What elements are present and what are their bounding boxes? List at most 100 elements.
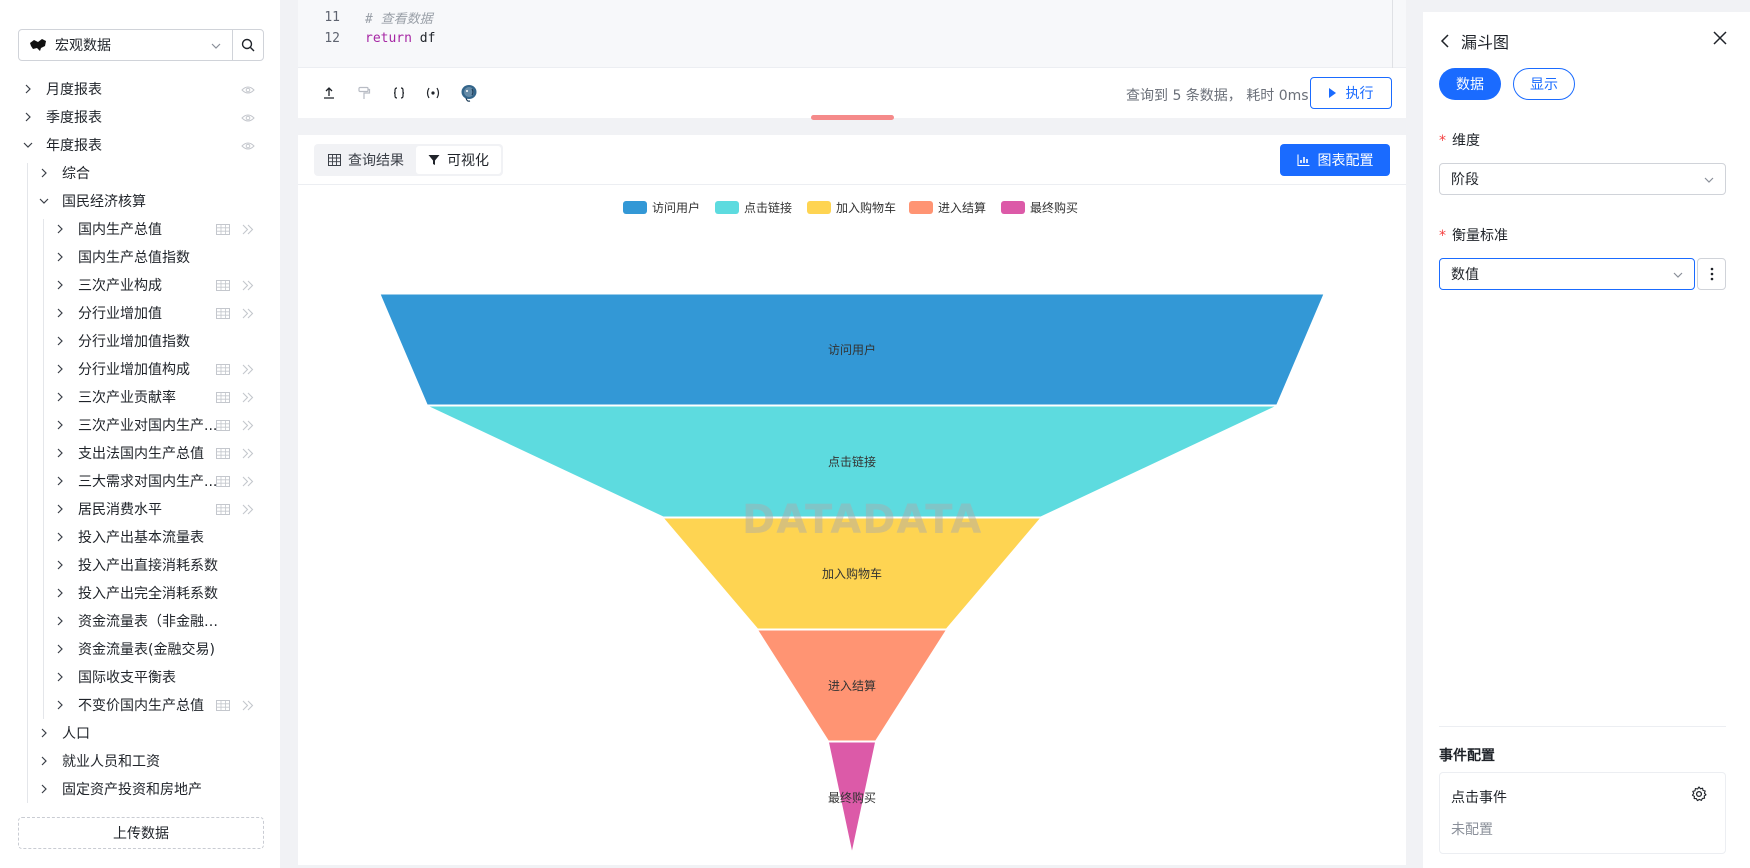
eye-icon[interactable] [241,111,255,127]
double-chevron-right-icon[interactable] [242,475,254,491]
chevron-right-icon[interactable] [22,111,34,123]
tree-node[interactable]: 资金流量表（非金融交易） [0,607,280,635]
tree-node[interactable]: 投入产出完全消耗系数 [0,579,280,607]
legend-item[interactable]: 最终购买 [1001,200,1078,215]
tab-display[interactable]: 显示 [1513,68,1575,100]
panel-resize-handle[interactable] [811,115,894,120]
chevron-right-icon[interactable] [38,783,50,795]
tree-node[interactable]: 分行业增加值构成 [0,355,280,383]
measure-select[interactable]: 数值 [1439,258,1695,290]
chevron-right-icon[interactable] [54,335,66,347]
double-chevron-right-icon[interactable] [242,419,254,435]
tree-node[interactable]: 国民经济核算 [0,187,280,215]
run-button[interactable]: 执行 [1310,77,1392,109]
back-icon[interactable] [1439,34,1451,48]
eye-icon[interactable] [241,83,255,99]
legend-item[interactable]: 进入结算 [909,200,986,215]
table-icon[interactable] [216,419,230,435]
chevron-right-icon[interactable] [54,363,66,375]
chevron-right-icon[interactable] [54,419,66,431]
chevron-right-icon[interactable] [54,615,66,627]
double-chevron-right-icon[interactable] [242,699,254,715]
tab-query-result[interactable]: 查询结果 [316,146,416,174]
upload-icon[interactable] [320,84,338,102]
table-icon[interactable] [216,307,230,323]
double-chevron-right-icon[interactable] [242,447,254,463]
eye-icon[interactable] [241,139,255,155]
more-options-button[interactable] [1697,258,1726,290]
tree-node[interactable]: 投入产出直接消耗系数 [0,551,280,579]
double-chevron-right-icon[interactable] [242,391,254,407]
chevron-right-icon[interactable] [54,447,66,459]
tree-node[interactable]: 三次产业构成 [0,271,280,299]
table-icon[interactable] [216,279,230,295]
tree-node[interactable]: 分行业增加值 [0,299,280,327]
table-icon[interactable] [216,503,230,519]
chevron-right-icon[interactable] [54,307,66,319]
table-icon[interactable] [216,475,230,491]
chevron-right-icon[interactable] [54,279,66,291]
chevron-right-icon[interactable] [54,587,66,599]
tab-data[interactable]: 数据 [1439,68,1501,100]
tree-node[interactable]: 国际收支平衡表 [0,663,280,691]
legend-item[interactable]: 访问用户 [623,200,700,215]
editor-scrollbar[interactable] [1392,0,1393,68]
chart-config-button[interactable]: 图表配置 [1280,144,1390,176]
tree-node[interactable]: 资金流量表(金融交易) [0,635,280,663]
double-chevron-right-icon[interactable] [242,307,254,323]
tree-node[interactable]: 年度报表 [0,131,280,159]
legend-item[interactable]: 点击链接 [715,200,792,215]
variable-icon[interactable] [424,84,442,102]
table-icon[interactable] [216,391,230,407]
tree-node[interactable]: 分行业增加值指数 [0,327,280,355]
chevron-right-icon[interactable] [54,643,66,655]
braces-icon[interactable] [390,84,408,102]
tree-node[interactable]: 人口 [0,719,280,747]
chevron-right-icon[interactable] [54,531,66,543]
table-icon[interactable] [216,223,230,239]
legend-item[interactable]: 加入购物车 [807,200,896,215]
search-button[interactable] [232,29,264,61]
chevron-right-icon[interactable] [22,83,34,95]
tree-node[interactable]: 固定资产投资和房地产 [0,775,280,803]
double-chevron-right-icon[interactable] [242,279,254,295]
close-icon[interactable] [1713,31,1727,45]
tree-node[interactable]: 国内生产总值指数 [0,243,280,271]
double-chevron-right-icon[interactable] [242,223,254,239]
tree-node[interactable]: 月度报表 [0,75,280,103]
tab-visualization[interactable]: 可视化 [416,146,501,174]
format-brush-icon[interactable] [355,84,373,102]
tree-node[interactable]: 支出法国内生产总值 [0,439,280,467]
double-chevron-right-icon[interactable] [242,363,254,379]
tree-node[interactable]: 三大需求对国内生产... [0,467,280,495]
chevron-right-icon[interactable] [38,167,50,179]
tree-node[interactable]: 季度报表 [0,103,280,131]
table-icon[interactable] [216,699,230,715]
chevron-right-icon[interactable] [38,755,50,767]
tree-node[interactable]: 居民消费水平 [0,495,280,523]
tree-node[interactable]: 三次产业贡献率 [0,383,280,411]
double-chevron-right-icon[interactable] [242,503,254,519]
tree-node[interactable]: 综合 [0,159,280,187]
upload-data-button[interactable]: 上传数据 [18,817,264,849]
gear-icon[interactable] [1691,786,1707,802]
tree-node[interactable]: 就业人员和工资 [0,747,280,775]
chevron-right-icon[interactable] [38,727,50,739]
chevron-right-icon[interactable] [54,251,66,263]
chevron-right-icon[interactable] [54,503,66,515]
chevron-right-icon[interactable] [54,671,66,683]
code-editor[interactable]: 11 # 查看数据 12 return df [298,0,1406,68]
chevron-right-icon[interactable] [54,223,66,235]
tree-node[interactable]: 不变价国内生产总值 [0,691,280,719]
tree-node[interactable]: 投入产出基本流量表 [0,523,280,551]
table-icon[interactable] [216,447,230,463]
tree-node[interactable]: 三次产业对国内生产... [0,411,280,439]
chevron-down-icon[interactable] [38,195,50,207]
chevron-right-icon[interactable] [54,391,66,403]
tree-node[interactable]: 国内生产总值 [0,215,280,243]
chevron-right-icon[interactable] [54,475,66,487]
chevron-right-icon[interactable] [54,559,66,571]
chevron-down-icon[interactable] [22,139,34,151]
dimension-select[interactable]: 阶段 [1439,163,1726,195]
table-icon[interactable] [216,363,230,379]
